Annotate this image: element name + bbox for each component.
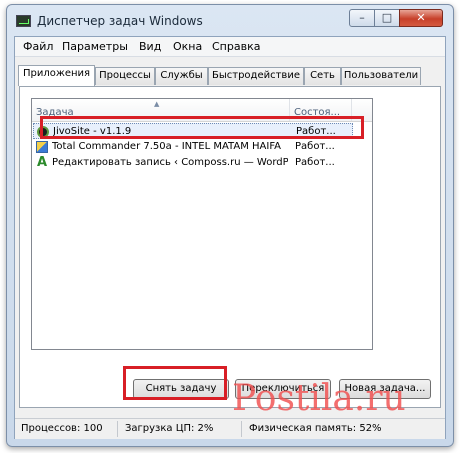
- task-row-total-commander[interactable]: Total Commander 7.50a - INTEL MATAM HAIF…: [33, 139, 353, 155]
- tab-strip: Приложения Процессы Службы Быстродействи…: [15, 65, 445, 87]
- task-name: Редактировать запись ‹ Composs.ru — Word…: [52, 157, 288, 168]
- status-memory: Физическая память: 52%: [249, 423, 382, 434]
- menu-help[interactable]: Справка: [212, 40, 260, 53]
- window-title: Диспетчер задач Windows: [37, 14, 203, 28]
- status-divider: [117, 421, 118, 437]
- tab-users[interactable]: Пользователи: [341, 67, 421, 85]
- task-manager-app-icon: [16, 15, 31, 27]
- task-state: Работ...: [295, 157, 335, 168]
- highlight-box-end-task: [123, 366, 227, 400]
- task-name: Total Commander 7.50a - INTEL MATAM HAIF…: [52, 141, 281, 152]
- sort-ascending-icon: ▲: [154, 100, 160, 108]
- task-state: Работ...: [295, 141, 335, 152]
- minimize-button[interactable]: –: [349, 9, 375, 27]
- menu-view[interactable]: Вид: [139, 40, 161, 53]
- compose-a-icon: A: [36, 155, 48, 170]
- menu-options[interactable]: Параметры: [62, 40, 128, 53]
- tab-network[interactable]: Сеть: [304, 67, 341, 85]
- menu-file[interactable]: Файл: [23, 40, 53, 53]
- tab-applications[interactable]: Приложения: [18, 65, 95, 86]
- close-button[interactable]: ✕: [399, 9, 443, 27]
- title-bar[interactable]: Диспетчер задач Windows – □ ✕: [7, 5, 453, 35]
- tab-processes[interactable]: Процессы: [95, 67, 155, 85]
- status-processes: Процессов: 100: [21, 423, 103, 434]
- status-bar: Процессов: 100 Загрузка ЦП: 2% Физическа…: [15, 418, 445, 439]
- menu-bar: Файл Параметры Вид Окна Справка: [15, 37, 445, 57]
- status-divider: [241, 421, 242, 437]
- total-commander-icon: [36, 141, 48, 153]
- highlight-box-selected-task: [40, 116, 364, 139]
- status-cpu: Загрузка ЦП: 2%: [125, 423, 214, 434]
- maximize-button[interactable]: □: [374, 9, 400, 27]
- postila-watermark: Postila.ru: [232, 378, 406, 419]
- task-row-wordpress[interactable]: A Редактировать запись ‹ Composs.ru — Wo…: [33, 155, 353, 171]
- tab-services[interactable]: Службы: [155, 67, 208, 85]
- menu-windows[interactable]: Окна: [173, 40, 202, 53]
- tab-performance[interactable]: Быстродействие: [208, 67, 304, 85]
